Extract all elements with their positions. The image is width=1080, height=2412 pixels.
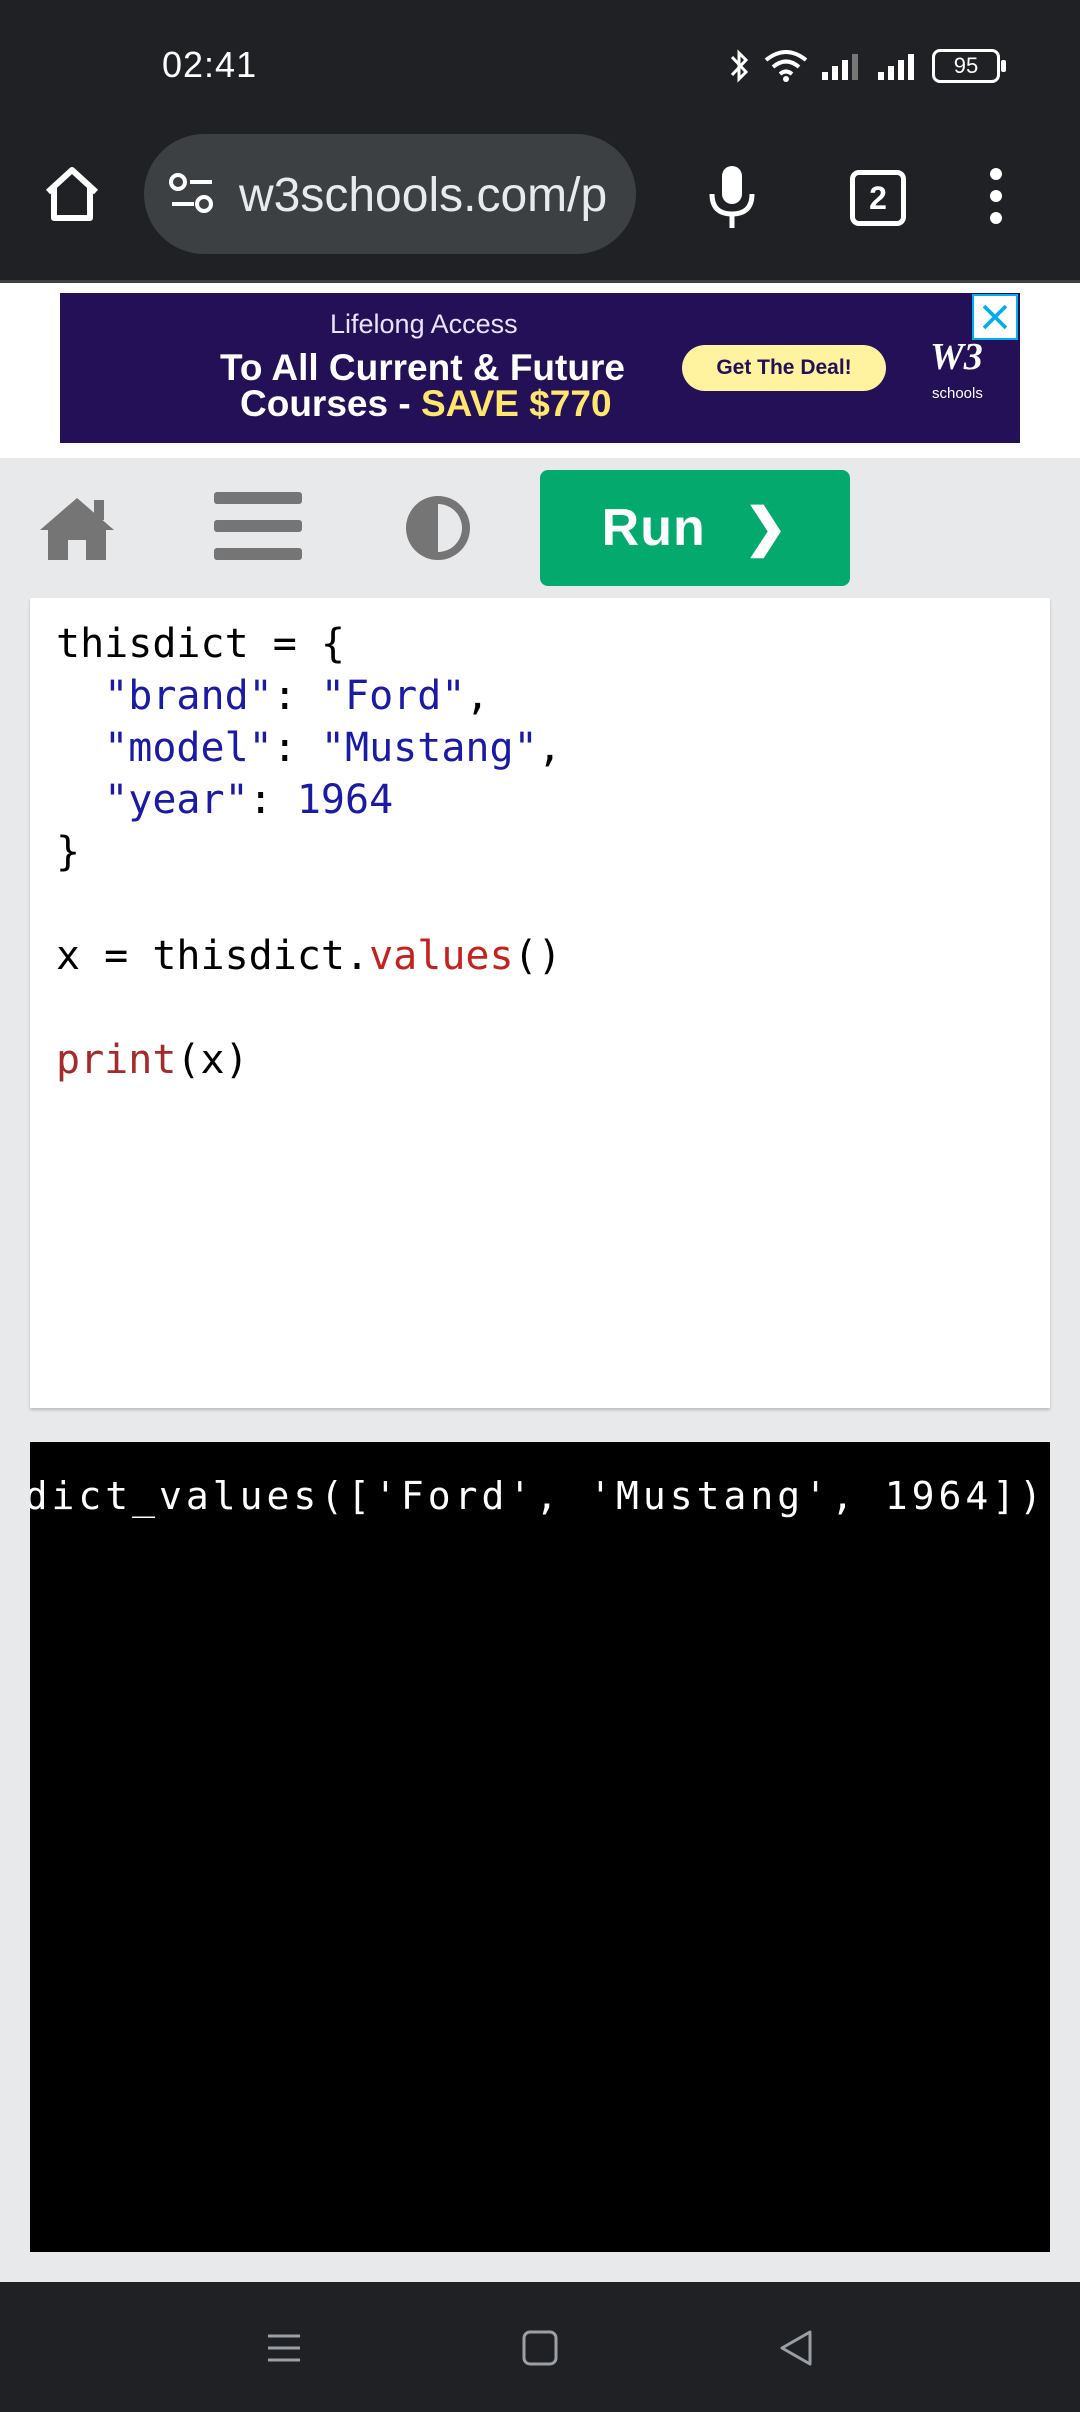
code-token: values <box>369 933 514 979</box>
recents-icon[interactable] <box>262 2326 306 2370</box>
output-text: dict_values(['Ford', 'Mustang', 1964]) <box>30 1474 1046 1518</box>
code-editor[interactable]: thisdict = { "brand": "Ford", "model": "… <box>30 598 1050 1408</box>
browser-toolbar: w3schools.com/p 2 <box>0 132 1080 283</box>
contrast-icon[interactable] <box>402 492 474 564</box>
code-line: "year": 1964 <box>104 777 394 823</box>
code-token: "brand" <box>104 673 273 719</box>
w3schools-logo-sub: schools <box>932 385 983 402</box>
ad-subheadline: Courses - SAVE $770 <box>240 383 612 425</box>
url-text[interactable]: w3schools.com/p <box>239 168 619 223</box>
address-bar[interactable]: w3schools.com/p <box>144 134 636 254</box>
battery-level: 95 <box>953 53 979 78</box>
status-icons: 95 <box>728 48 1006 84</box>
code-line: "brand": "Ford", <box>104 673 490 719</box>
code-token: "Ford" <box>320 673 466 719</box>
ad-cta-button[interactable]: Get The Deal! <box>682 345 886 391</box>
ad-subheadline-prefix: Courses - <box>240 383 421 424</box>
signal-icon <box>822 54 858 80</box>
ad-savings: SAVE $770 <box>420 383 612 424</box>
bluetooth-icon <box>730 49 749 83</box>
output-pane: dict_values(['Ford', 'Mustang', 1964]) <box>30 1442 1050 2252</box>
battery-icon: 95 <box>932 49 1006 83</box>
chevron-right-icon: ❯ <box>743 499 789 557</box>
code-token: 1964 <box>296 777 394 823</box>
ad-area: Lifelong Access To All Current & Future … <box>0 283 1080 458</box>
code-token: print <box>56 1037 177 1083</box>
menu-icon[interactable] <box>214 492 302 564</box>
status-time: 02:41 <box>162 44 258 85</box>
code-token: "year" <box>104 777 249 823</box>
code-line: } <box>56 829 81 875</box>
site-settings-icon[interactable] <box>162 164 222 224</box>
microphone-icon[interactable] <box>702 162 762 232</box>
home-nav-icon[interactable] <box>518 2326 562 2370</box>
status-bar: 02:41 95 <box>0 0 1080 132</box>
code-line: "model": "Mustang", <box>104 725 562 771</box>
ad-banner[interactable]: Lifelong Access To All Current & Future … <box>60 293 1020 443</box>
system-nav-bar <box>0 2282 1080 2412</box>
wifi-icon <box>764 50 808 82</box>
back-icon[interactable] <box>774 2326 818 2370</box>
ad-close-icon[interactable] <box>972 294 1018 340</box>
code-line: x = thisdict.values() <box>56 933 562 979</box>
ad-headline-small: Lifelong Access <box>330 309 518 339</box>
more-options-icon[interactable] <box>984 168 1008 228</box>
home-icon[interactable] <box>38 492 116 562</box>
code-line: thisdict = { <box>56 621 345 667</box>
code-token: "model" <box>104 725 273 771</box>
run-button[interactable]: Run ❯ <box>540 470 850 586</box>
code-token: "Mustang" <box>320 725 538 771</box>
code-line: print(x) <box>56 1037 249 1083</box>
tab-switcher-button[interactable]: 2 <box>850 170 906 226</box>
home-icon[interactable] <box>40 162 104 226</box>
w3schools-logo: W3 <box>930 336 983 378</box>
code-content[interactable]: thisdict = { "brand": "Ford", "model": "… <box>56 618 562 1086</box>
signal-icon-2 <box>878 54 914 80</box>
editor-toolbar: Run ❯ <box>0 458 1080 588</box>
run-button-label: Run <box>601 499 706 557</box>
